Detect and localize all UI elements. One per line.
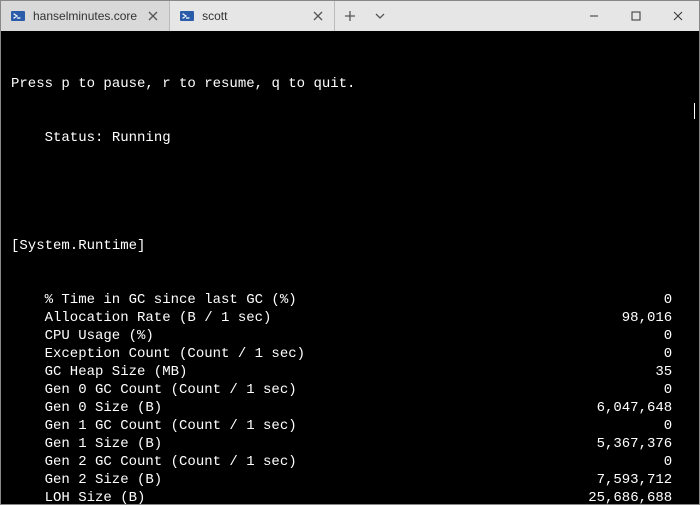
metric-value: 0 <box>664 453 689 471</box>
metric-value: 0 <box>664 345 689 363</box>
tabbar-controls <box>335 1 395 31</box>
metric-value: 0 <box>664 381 689 399</box>
metric-value: 5,367,376 <box>597 435 689 453</box>
metric-value: 6,047,648 <box>597 399 689 417</box>
metric-value: 98,016 <box>622 309 689 327</box>
metric-value: 0 <box>664 291 689 309</box>
close-tab-icon[interactable] <box>310 8 326 24</box>
close-window-button[interactable] <box>657 1 699 31</box>
metric-row: Exception Count (Count / 1 sec) 0 <box>11 345 689 363</box>
section-header: [System.Runtime] <box>11 237 689 255</box>
metric-row: Gen 1 Size (B) 5,367,376 <box>11 435 689 453</box>
powershell-icon <box>11 9 25 23</box>
metric-row: Gen 0 Size (B) 6,047,648 <box>11 399 689 417</box>
metric-row: Gen 2 Size (B) 7,593,712 <box>11 471 689 489</box>
tab-scott[interactable]: scott <box>170 1 335 31</box>
tab-hanselminutes[interactable]: hanselminutes.core <box>1 1 170 31</box>
titlebar-drag-area[interactable] <box>395 1 573 31</box>
powershell-icon <box>180 9 194 23</box>
metric-label: % Time in GC since last GC (%) <box>45 291 297 309</box>
window-controls <box>573 1 699 31</box>
metric-row: Allocation Rate (B / 1 sec) 98,016 <box>11 309 689 327</box>
tab-title: hanselminutes.core <box>33 9 137 23</box>
metric-row: Gen 2 GC Count (Count / 1 sec) 0 <box>11 453 689 471</box>
metric-value: 25,686,688 <box>588 489 689 504</box>
new-tab-button[interactable] <box>335 1 365 31</box>
metric-label: Gen 2 GC Count (Count / 1 sec) <box>45 453 297 471</box>
metric-row: GC Heap Size (MB) 35 <box>11 363 689 381</box>
close-tab-icon[interactable] <box>145 8 161 24</box>
metric-value: 35 <box>655 363 689 381</box>
metric-label: Gen 1 GC Count (Count / 1 sec) <box>45 417 297 435</box>
metric-label: Gen 0 GC Count (Count / 1 sec) <box>45 381 297 399</box>
metric-row: CPU Usage (%) 0 <box>11 327 689 345</box>
metric-row: Gen 0 GC Count (Count / 1 sec) 0 <box>11 381 689 399</box>
metric-row: LOH Size (B) 25,686,688 <box>11 489 689 504</box>
status-line: Status: Running <box>11 129 689 147</box>
metric-row: % Time in GC since last GC (%) 0 <box>11 291 689 309</box>
metric-label: Gen 2 Size (B) <box>45 471 163 489</box>
status-value: Running <box>112 129 171 147</box>
metric-row: Gen 1 GC Count (Count / 1 sec) 0 <box>11 417 689 435</box>
terminal-output[interactable]: Press p to pause, r to resume, q to quit… <box>1 31 699 504</box>
tab-title: scott <box>202 9 302 23</box>
metric-label: LOH Size (B) <box>45 489 146 504</box>
metric-label: GC Heap Size (MB) <box>45 363 188 381</box>
metric-label: Gen 0 Size (B) <box>45 399 163 417</box>
maximize-button[interactable] <box>615 1 657 31</box>
metric-label: Allocation Rate (B / 1 sec) <box>45 309 272 327</box>
tab-strip: hanselminutes.core scott <box>1 1 335 31</box>
tab-dropdown-button[interactable] <box>365 1 395 31</box>
metric-value: 0 <box>664 327 689 345</box>
metric-label: Gen 1 Size (B) <box>45 435 163 453</box>
text-cursor <box>694 103 695 119</box>
metric-value: 0 <box>664 417 689 435</box>
metric-label: CPU Usage (%) <box>45 327 154 345</box>
metric-value: 7,593,712 <box>597 471 689 489</box>
metric-label: Exception Count (Count / 1 sec) <box>45 345 305 363</box>
minimize-button[interactable] <box>573 1 615 31</box>
instructions-line: Press p to pause, r to resume, q to quit… <box>11 75 689 93</box>
titlebar: hanselminutes.core scott <box>1 1 699 31</box>
